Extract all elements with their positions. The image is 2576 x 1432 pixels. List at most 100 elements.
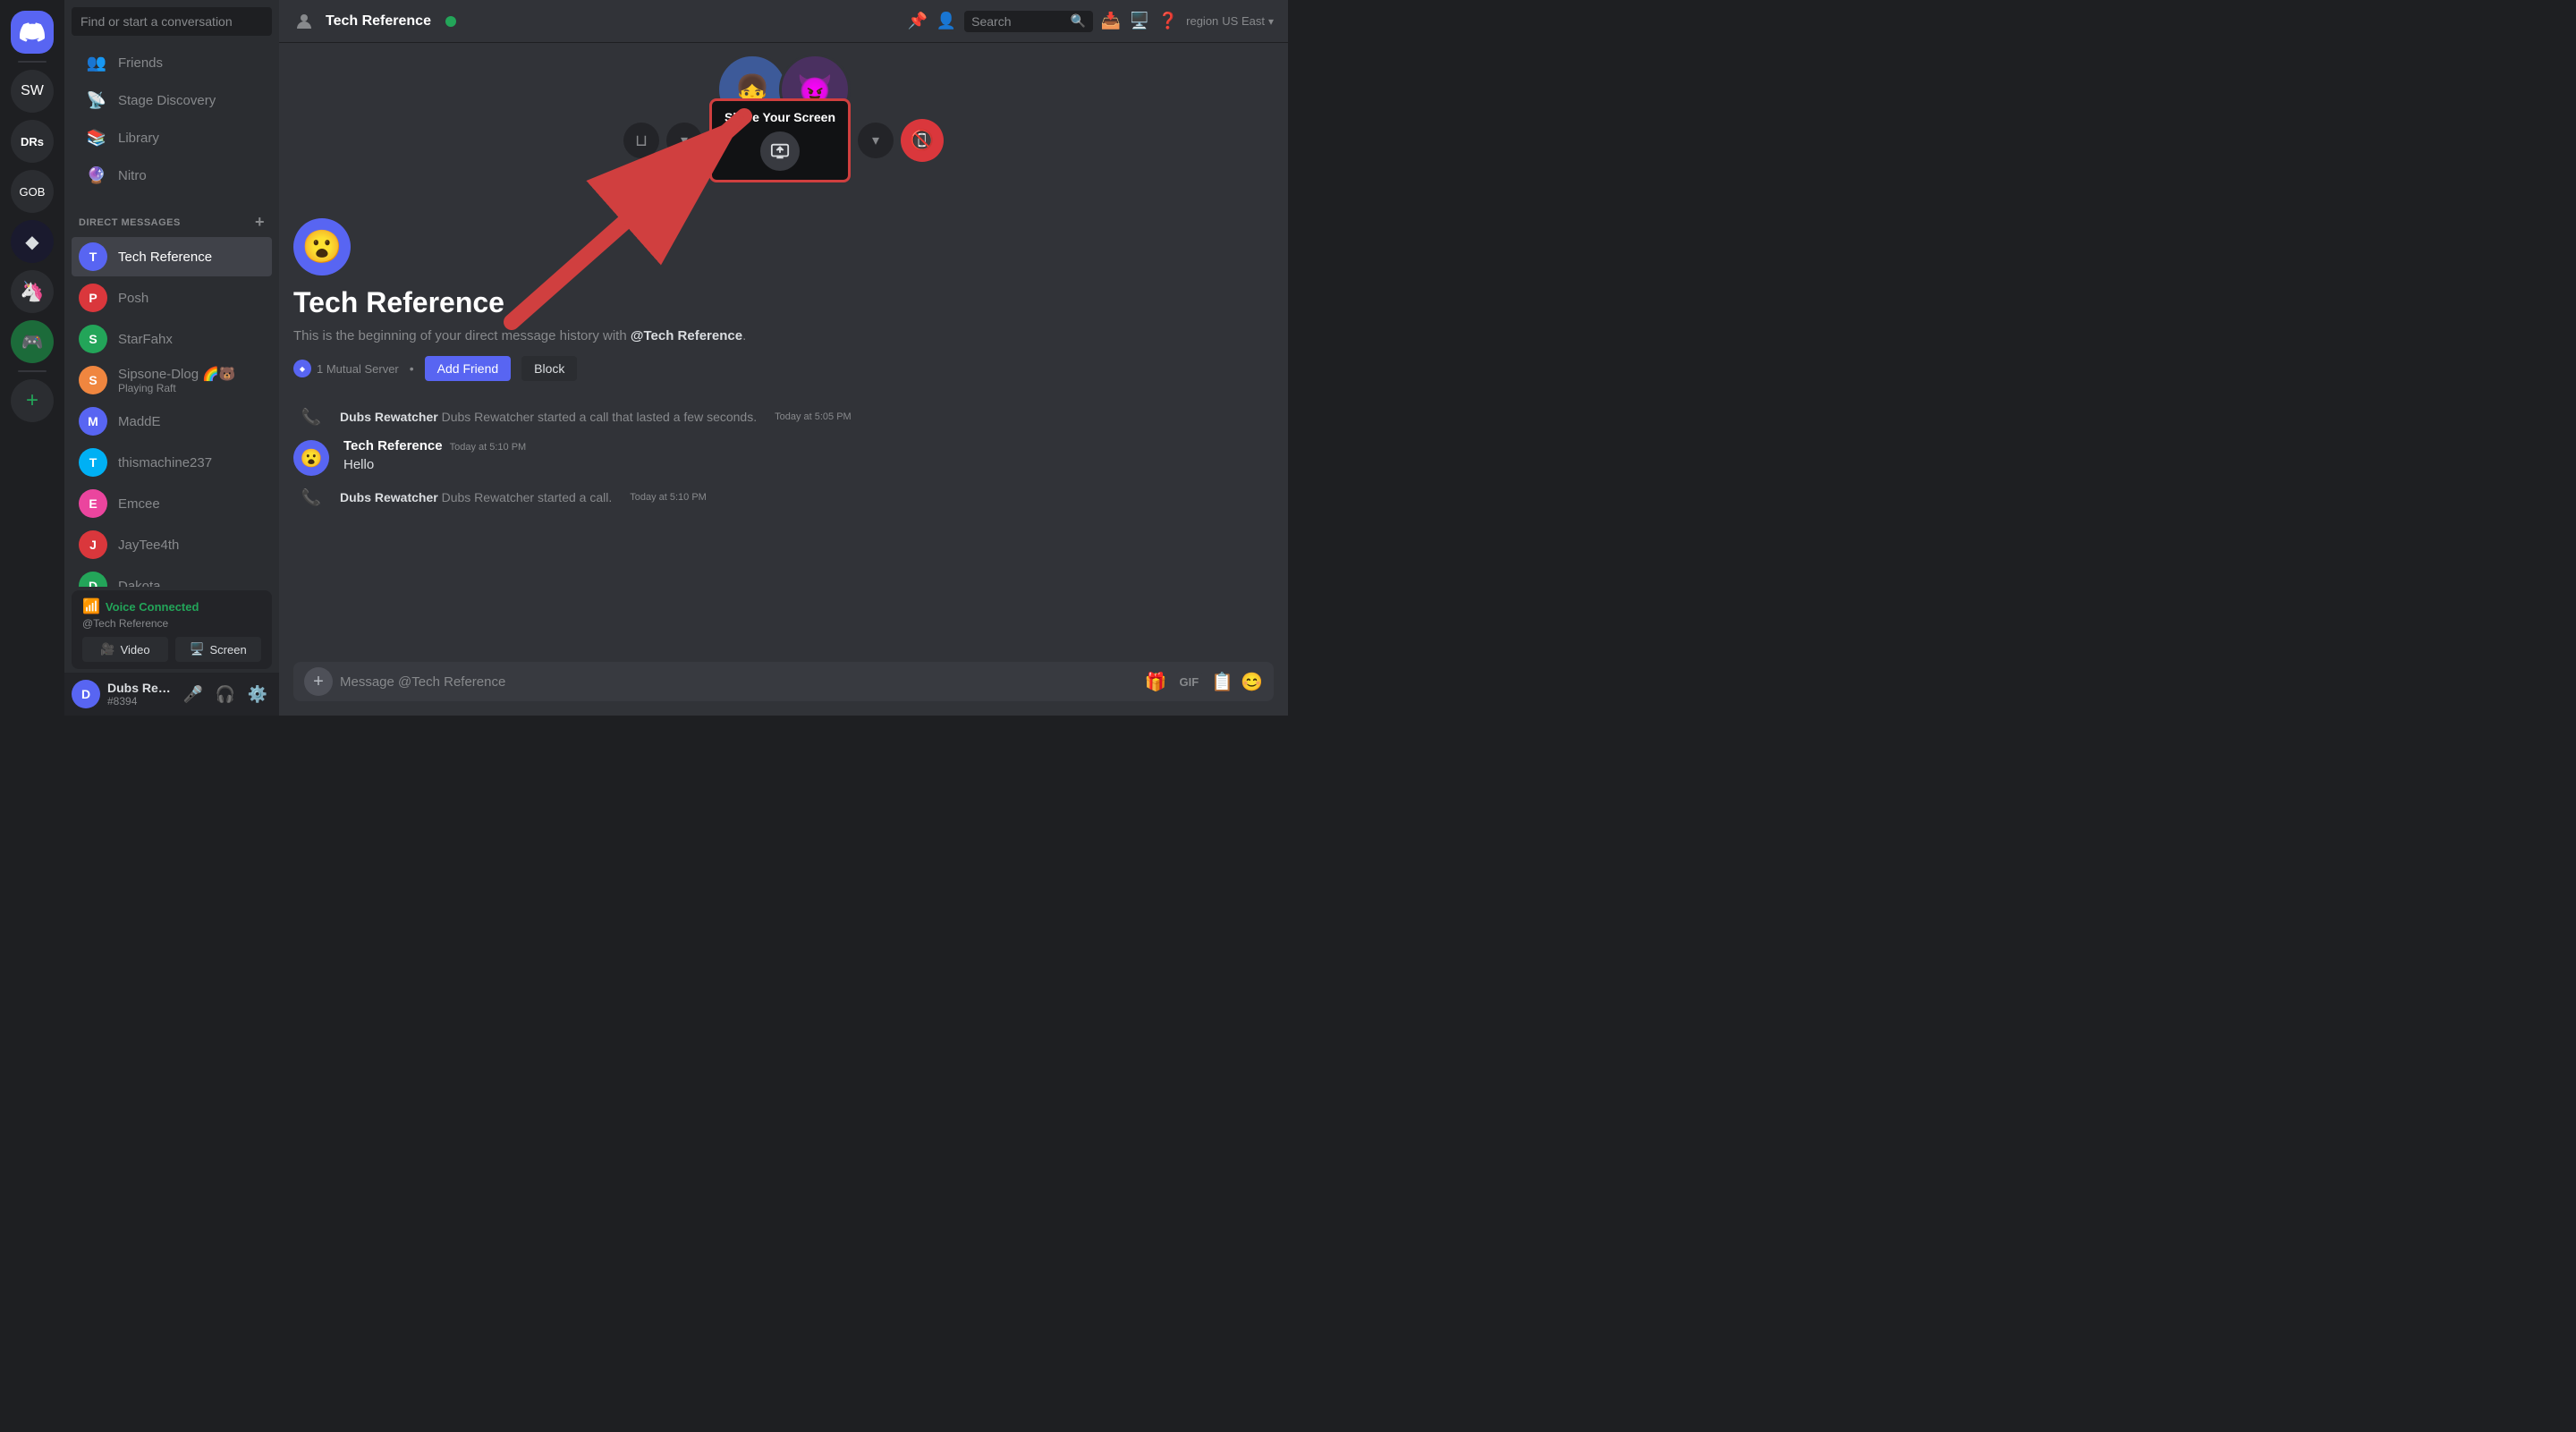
emoji-icon[interactable]: 😊 bbox=[1241, 671, 1263, 693]
dm-name-thismachine237: thismachine237 bbox=[118, 455, 212, 470]
screen-dropdown[interactable]: ▾ bbox=[858, 123, 894, 158]
headphones-icon[interactable]: 🎧 bbox=[211, 680, 240, 708]
mutual-server: ◆ 1 Mutual Server bbox=[293, 360, 399, 377]
server-icon-n[interactable]: ◆ bbox=[11, 220, 54, 263]
system-timestamp-1: Today at 5:05 PM bbox=[775, 411, 852, 422]
sidebar-item-library-label: Library bbox=[118, 131, 159, 146]
search-placeholder: Find or start a conversation bbox=[80, 14, 233, 29]
phone-icon: 📞 bbox=[301, 408, 321, 427]
phone-icon-2: 📞 bbox=[301, 488, 321, 507]
msg-avatar-tech-reference: 😮 bbox=[293, 440, 329, 476]
message-input[interactable] bbox=[340, 674, 1138, 690]
voice-connected-sub: @Tech Reference bbox=[82, 617, 261, 630]
dm-sub-sipsone-dlog: Playing Raft bbox=[118, 382, 236, 394]
mute-button[interactable]: ⊔ bbox=[623, 123, 659, 158]
sidebar-item-library[interactable]: 📚 Library bbox=[72, 120, 272, 156]
mutual-server-avatar: ◆ bbox=[293, 360, 311, 377]
voice-actions: 🎥 Video 🖥️ Screen bbox=[82, 637, 261, 662]
mic-icon[interactable]: 🎤 bbox=[179, 680, 208, 708]
sidebar-item-nitro[interactable]: 🔮 Nitro bbox=[72, 157, 272, 193]
mutual-server-label: 1 Mutual Server bbox=[317, 362, 399, 376]
topbar: Tech Reference 📌 👤 Search 🔍 📥 🖥️ ❓ regio… bbox=[279, 0, 1288, 43]
dm-avatar-starfahx: S bbox=[79, 325, 107, 353]
dm-item-madde[interactable]: M MaddE bbox=[72, 402, 272, 441]
server-icon-gob[interactable]: GOB bbox=[11, 170, 54, 213]
dm-item-starfahx[interactable]: S StarFahx bbox=[72, 319, 272, 359]
help-icon[interactable]: ❓ bbox=[1157, 11, 1179, 32]
video-icon: 🎥 bbox=[100, 642, 114, 657]
voice-screen-button[interactable]: 🖥️ Screen bbox=[175, 637, 261, 662]
dm-item-jaytee4th[interactable]: J JayTee4th bbox=[72, 525, 272, 564]
system-message-text-2: Dubs Rewatcher Dubs Rewatcher started a … bbox=[340, 490, 612, 504]
dm-list: T Tech Reference P Posh S StarFahx S Sip… bbox=[64, 235, 279, 587]
dm-name-madde: MaddE bbox=[118, 414, 161, 429]
search-bar[interactable]: Find or start a conversation bbox=[72, 7, 272, 36]
user-tag: #8394 bbox=[107, 695, 172, 708]
topbar-search-placeholder: Search bbox=[971, 14, 1065, 29]
msg-timestamp-2: Today at 5:10 PM bbox=[450, 442, 527, 453]
nitro-icon: 🔮 bbox=[86, 165, 107, 186]
dm-item-posh[interactable]: P Posh bbox=[72, 278, 272, 318]
server-icon-fim[interactable]: 🦄 bbox=[11, 270, 54, 313]
channel-intro-avatar: 😮 bbox=[293, 218, 351, 275]
search-icon: 🔍 bbox=[1071, 13, 1086, 29]
voice-connected-panel: 📶 Voice Connected @Tech Reference 🎥 Vide… bbox=[72, 590, 272, 669]
end-call-button[interactable]: 📵 bbox=[901, 119, 944, 162]
dm-section-header: DIRECT MESSAGES + bbox=[64, 199, 279, 235]
friends-icon: 👥 bbox=[86, 52, 107, 73]
channel-intro: 😮 Tech Reference This is the beginning o… bbox=[293, 218, 1274, 381]
rail-divider-2 bbox=[18, 370, 47, 372]
sticker-icon[interactable]: 📋 bbox=[1211, 671, 1233, 693]
dm-avatar-madde: M bbox=[79, 407, 107, 436]
dm-item-sipsone-dlog[interactable]: S Sipsone-Dlog 🌈🐻 Playing Raft bbox=[72, 360, 272, 400]
channel-intro-actions: ◆ 1 Mutual Server • Add Friend Block bbox=[293, 356, 1274, 381]
msg-text-2: Hello bbox=[343, 455, 1274, 474]
chat-area: 😮 Tech Reference This is the beginning o… bbox=[279, 204, 1288, 662]
add-server-button[interactable]: + bbox=[11, 379, 54, 422]
dm-item-thismachine237[interactable]: T thismachine237 bbox=[72, 443, 272, 482]
system-message-call-2: 📞 Dubs Rewatcher Dubs Rewatcher started … bbox=[293, 483, 1274, 512]
server-icon-sw[interactable]: SW bbox=[11, 70, 54, 113]
add-friend-button[interactable]: Add Friend bbox=[425, 356, 511, 381]
library-icon: 📚 bbox=[86, 127, 107, 148]
dm-avatar-emcee: E bbox=[79, 489, 107, 518]
dm-name-starfahx: StarFahx bbox=[118, 332, 173, 347]
system-message-text-1: Dubs Rewatcher Dubs Rewatcher started a … bbox=[340, 410, 757, 424]
server-icon-drs[interactable]: DRs bbox=[11, 120, 54, 163]
inbox-icon[interactable]: 📥 bbox=[1100, 11, 1122, 32]
sidebar-item-friends[interactable]: 👥 Friends bbox=[72, 45, 272, 80]
topbar-search[interactable]: Search 🔍 bbox=[964, 11, 1093, 32]
region-label: region bbox=[1186, 14, 1218, 28]
gift-icon[interactable]: 🎁 bbox=[1145, 671, 1167, 693]
discord-logo[interactable] bbox=[11, 11, 54, 54]
cam-dropdown[interactable]: ▾ bbox=[666, 123, 702, 158]
dm-avatar-posh: P bbox=[79, 284, 107, 312]
icon-rail: SW DRs GOB ◆ 🦄 🎮 + bbox=[0, 0, 64, 716]
online-indicator bbox=[445, 16, 456, 27]
share-screen-button[interactable] bbox=[760, 131, 800, 171]
block-button[interactable]: Block bbox=[521, 356, 577, 381]
dm-item-dakota[interactable]: D Dakota bbox=[72, 566, 272, 587]
region-value: US East bbox=[1222, 14, 1265, 28]
sidebar-item-stage-discovery-label: Stage Discovery bbox=[118, 93, 216, 108]
channel-intro-desc: This is the beginning of your direct mes… bbox=[293, 326, 1274, 345]
dm-sidebar: Find or start a conversation 👥 Friends 📡… bbox=[64, 0, 279, 716]
pin-icon[interactable]: 📌 bbox=[907, 11, 928, 32]
server-icon-extra[interactable]: 🎮 bbox=[11, 320, 54, 363]
dm-item-tech-reference[interactable]: T Tech Reference bbox=[72, 237, 272, 276]
add-dm-button[interactable]: + bbox=[255, 213, 265, 232]
topbar-actions: 📌 👤 Search 🔍 📥 🖥️ ❓ region US East ▾ bbox=[907, 11, 1274, 32]
attach-button[interactable]: + bbox=[304, 667, 333, 696]
monitor-icon[interactable]: 🖥️ bbox=[1129, 11, 1150, 32]
region-selector[interactable]: region US East ▾ bbox=[1186, 14, 1274, 28]
dm-avatar-jaytee4th: J bbox=[79, 530, 107, 559]
sidebar-item-stage-discovery[interactable]: 📡 Stage Discovery bbox=[72, 82, 272, 118]
settings-icon[interactable]: ⚙️ bbox=[243, 680, 272, 708]
dm-avatar-thismachine237: T bbox=[79, 448, 107, 477]
user-username: Dubs Rewat... bbox=[107, 681, 172, 695]
add-member-icon[interactable]: 👤 bbox=[936, 11, 957, 32]
gif-icon[interactable]: GIF bbox=[1174, 673, 1205, 691]
dm-item-emcee[interactable]: E Emcee bbox=[72, 484, 272, 523]
dm-name-emcee: Emcee bbox=[118, 496, 160, 512]
voice-video-button[interactable]: 🎥 Video bbox=[82, 637, 168, 662]
